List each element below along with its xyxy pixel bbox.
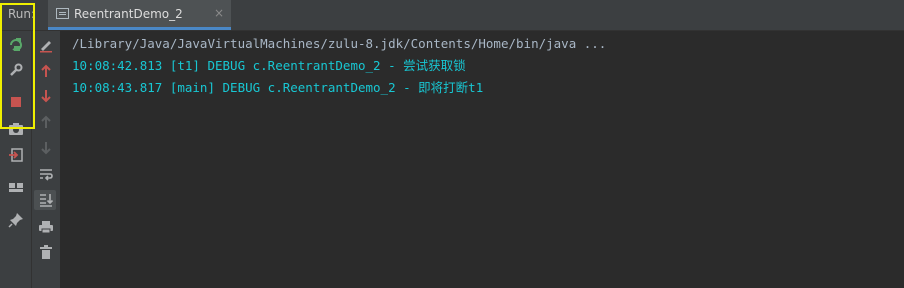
- console-line: 10:08:42.813 [t1] DEBUG c.ReentrantDemo_…: [72, 58, 466, 73]
- close-icon[interactable]: ×: [214, 6, 224, 20]
- layout-icon[interactable]: [8, 179, 24, 195]
- scroll-to-end-icon[interactable]: [38, 192, 54, 208]
- console-line: 10:08:43.817 [main] DEBUG c.ReentrantDem…: [72, 80, 484, 95]
- trash-icon[interactable]: [38, 244, 54, 260]
- tab-bar: Run: ReentrantDemo_2 ×: [0, 0, 904, 30]
- annotation-highlight-box: [0, 3, 35, 129]
- arrow-up-icon[interactable]: [38, 63, 54, 79]
- tab-title: ReentrantDemo_2: [74, 7, 183, 21]
- console-toolbar: [31, 31, 60, 288]
- edit-icon[interactable]: [38, 37, 54, 53]
- tab-reentrant-demo[interactable]: ReentrantDemo_2 ×: [48, 0, 231, 30]
- arrow-down-disabled-icon: [38, 140, 54, 156]
- print-icon[interactable]: [38, 219, 54, 235]
- console-output[interactable]: /Library/Java/JavaVirtualMachines/zulu-8…: [72, 33, 606, 99]
- console-line-command: /Library/Java/JavaVirtualMachines/zulu-8…: [72, 36, 607, 51]
- soft-wrap-icon[interactable]: [38, 166, 54, 182]
- arrow-up-disabled-icon: [38, 114, 54, 130]
- arrow-down-icon[interactable]: [38, 88, 54, 104]
- login-icon[interactable]: [8, 147, 24, 163]
- divider: [0, 30, 904, 31]
- pin-icon[interactable]: [8, 212, 24, 228]
- console-tab-icon: [56, 8, 69, 19]
